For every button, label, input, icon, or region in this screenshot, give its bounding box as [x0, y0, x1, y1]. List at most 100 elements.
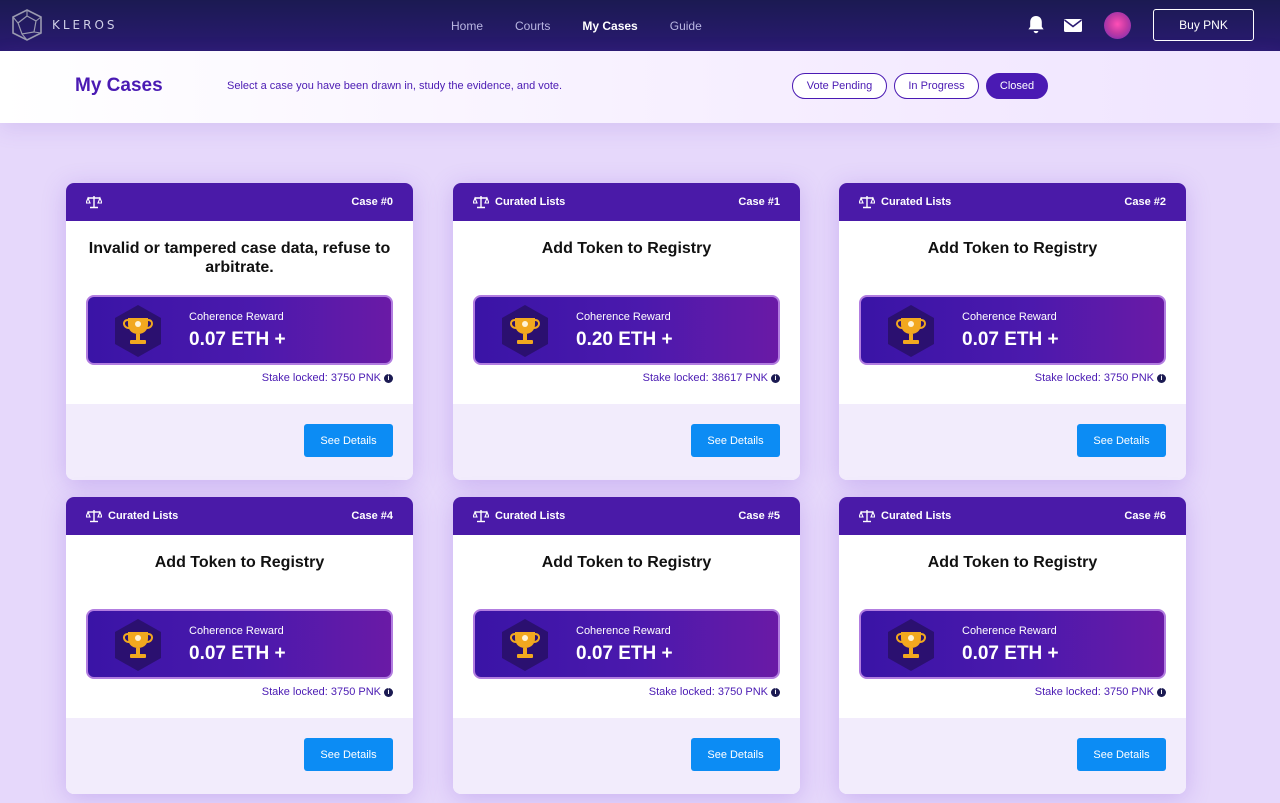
bell-icon[interactable] — [1025, 14, 1047, 36]
trophy-icon — [115, 619, 161, 671]
reward-value: 0.07 ETH + — [576, 643, 673, 664]
case-category: Curated Lists — [881, 510, 952, 522]
case-number: Case #1 — [738, 196, 780, 208]
page-subtitle: Select a case you have been drawn in, st… — [227, 80, 563, 92]
reward-value: 0.07 ETH + — [962, 329, 1059, 350]
trophy-icon — [888, 305, 934, 357]
stake-locked: Stake locked: 38617 PNK i — [453, 372, 780, 384]
stake-text: Stake locked: 3750 PNK — [1034, 372, 1154, 384]
filter-in-progress[interactable]: In Progress — [894, 73, 979, 99]
avatar[interactable] — [1104, 12, 1131, 39]
case-title: Invalid or tampered case data, refuse to… — [88, 240, 391, 276]
card-header: Curated Lists Case #1 — [453, 183, 800, 221]
case-card[interactable]: Curated Lists Case #4 Add Token to Regis… — [66, 497, 413, 794]
scale-icon — [859, 510, 875, 523]
filter-vote-pending[interactable]: Vote Pending — [792, 73, 887, 99]
case-title: Add Token to Registry — [154, 554, 325, 571]
trophy-icon — [502, 619, 548, 671]
see-details-button[interactable]: See Details — [691, 424, 780, 457]
card-footer: See Details — [839, 404, 1186, 480]
case-card[interactable]: Curated Lists Case #5 Add Token to Regis… — [453, 497, 800, 794]
case-category: Curated Lists — [495, 510, 566, 522]
reward-label: Coherence Reward — [962, 625, 1057, 637]
info-icon[interactable]: i — [384, 687, 393, 697]
coherence-reward-box: Coherence Reward 0.07 ETH + — [859, 609, 1166, 679]
case-number: Case #4 — [351, 510, 393, 522]
stake-locked: Stake locked: 3750 PNK i — [839, 372, 1166, 384]
coherence-reward-box: Coherence Reward 0.07 ETH + — [859, 295, 1166, 365]
card-footer: See Details — [66, 404, 413, 480]
scale-icon — [86, 510, 102, 523]
coherence-reward-box: Coherence Reward 0.07 ETH + — [86, 609, 393, 679]
see-details-button[interactable]: See Details — [691, 738, 780, 771]
reward-label: Coherence Reward — [189, 625, 284, 637]
mail-icon[interactable] — [1062, 14, 1084, 36]
card-header: Curated Lists Case #6 — [839, 497, 1186, 535]
card-footer: See Details — [66, 718, 413, 794]
logo[interactable]: KLEROS — [10, 8, 118, 42]
scale-icon — [86, 196, 102, 209]
coherence-reward-box: Coherence Reward 0.20 ETH + — [473, 295, 780, 365]
card-header: Curated Lists Case #2 — [839, 183, 1186, 221]
page-header: My Cases Select a case you have been dra… — [0, 51, 1280, 123]
stake-text: Stake locked: 3750 PNK — [261, 686, 381, 698]
see-details-button[interactable]: See Details — [1077, 738, 1166, 771]
filter-closed[interactable]: Closed — [986, 73, 1048, 99]
nav-link-home[interactable]: Home — [451, 19, 483, 33]
see-details-button[interactable]: See Details — [304, 424, 393, 457]
see-details-button[interactable]: See Details — [304, 738, 393, 771]
scale-icon — [473, 510, 489, 523]
stake-locked: Stake locked: 3750 PNK i — [66, 686, 393, 698]
nav-link-courts[interactable]: Courts — [515, 19, 550, 33]
case-title: Add Token to Registry — [927, 240, 1098, 257]
case-card[interactable]: Curated Lists Case #2 Add Token to Regis… — [839, 183, 1186, 480]
trophy-icon — [115, 305, 161, 357]
reward-value: 0.07 ETH + — [189, 643, 286, 664]
case-number: Case #5 — [738, 510, 780, 522]
info-icon[interactable]: i — [1157, 687, 1166, 697]
case-card[interactable]: Case #0 Invalid or tampered case data, r… — [66, 183, 413, 480]
stake-locked: Stake locked: 3750 PNK i — [839, 686, 1166, 698]
case-card[interactable]: Curated Lists Case #6 Add Token to Regis… — [839, 497, 1186, 794]
case-number: Case #6 — [1124, 510, 1166, 522]
coherence-reward-box: Coherence Reward 0.07 ETH + — [473, 609, 780, 679]
card-header: Case #0 — [66, 183, 413, 221]
card-footer: See Details — [453, 404, 800, 480]
case-card[interactable]: Curated Lists Case #1 Add Token to Regis… — [453, 183, 800, 480]
scale-icon — [473, 196, 489, 209]
card-footer: See Details — [453, 718, 800, 794]
stake-text: Stake locked: 38617 PNK — [642, 372, 768, 384]
nav-link-guide[interactable]: Guide — [670, 19, 702, 33]
stake-text: Stake locked: 3750 PNK — [261, 372, 381, 384]
buy-pnk-button[interactable]: Buy PNK — [1153, 9, 1254, 41]
stake-text: Stake locked: 3750 PNK — [1034, 686, 1154, 698]
trophy-icon — [888, 619, 934, 671]
reward-value: 0.20 ETH + — [576, 329, 673, 350]
kleros-logo-icon — [12, 9, 42, 41]
case-category: Curated Lists — [108, 510, 179, 522]
info-icon[interactable]: i — [1157, 373, 1166, 383]
info-icon[interactable]: i — [771, 687, 780, 697]
case-category: Curated Lists — [495, 196, 566, 208]
case-number: Case #0 — [351, 196, 393, 208]
reward-value: 0.07 ETH + — [189, 329, 286, 350]
reward-label: Coherence Reward — [189, 311, 284, 323]
reward-value: 0.07 ETH + — [962, 643, 1059, 664]
reward-label: Coherence Reward — [576, 625, 671, 637]
stake-text: Stake locked: 3750 PNK — [648, 686, 768, 698]
case-number: Case #2 — [1124, 196, 1166, 208]
reward-label: Coherence Reward — [962, 311, 1057, 323]
top-navbar: KLEROS Home Courts My Cases Guide Buy PN… — [0, 0, 1280, 51]
info-icon[interactable]: i — [771, 373, 780, 383]
nav-links: Home Courts My Cases Guide — [451, 0, 734, 51]
see-details-button[interactable]: See Details — [1077, 424, 1166, 457]
nav-link-my-cases[interactable]: My Cases — [582, 19, 637, 33]
reward-label: Coherence Reward — [576, 311, 671, 323]
info-icon[interactable]: i — [384, 373, 393, 383]
page-title: My Cases — [75, 75, 163, 96]
scale-icon — [859, 196, 875, 209]
card-header: Curated Lists Case #5 — [453, 497, 800, 535]
case-title: Add Token to Registry — [927, 554, 1098, 571]
stake-locked: Stake locked: 3750 PNK i — [453, 686, 780, 698]
case-title: Add Token to Registry — [541, 240, 712, 257]
